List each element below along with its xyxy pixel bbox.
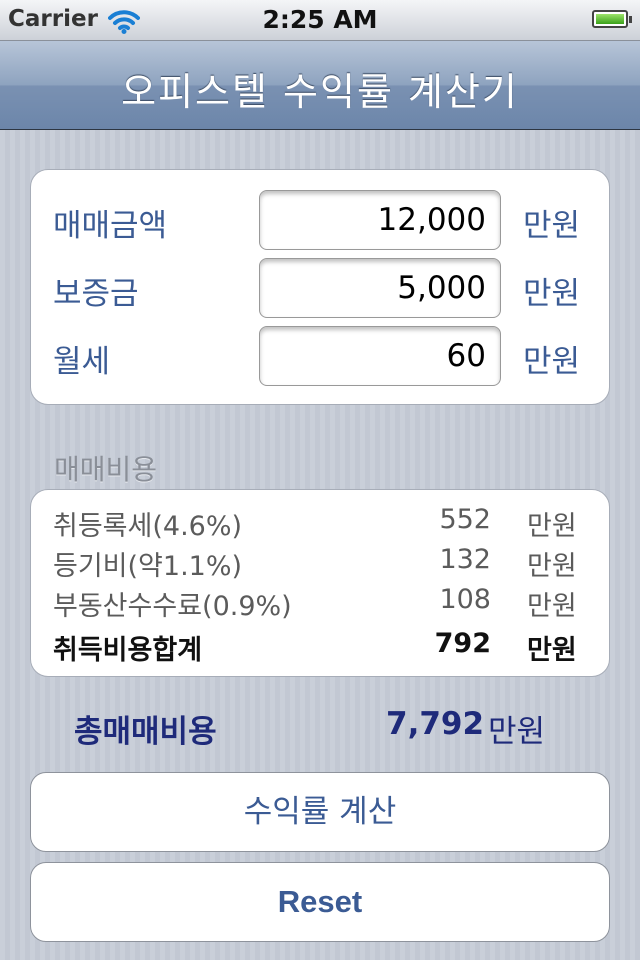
- battery-icon: [592, 10, 632, 28]
- cost-unit: 만원: [527, 551, 577, 582]
- deposit-unit: 만원: [523, 276, 581, 312]
- monthly-rent-input[interactable]: 60: [259, 326, 501, 386]
- monthly-rent-label: 월세: [53, 344, 111, 380]
- status-bar: Carrier 2:25 AM: [0, 0, 640, 41]
- cost-value: 792: [434, 628, 491, 659]
- cost-unit: 만원: [527, 635, 577, 666]
- cost-group: 취등록세(4.6%) 552 만원 등기비(약1.1%) 132 만원 부동산수…: [30, 489, 610, 677]
- cost-row-registration-fee: 등기비(약1.1%) 132 만원: [31, 544, 611, 584]
- purchase-price-unit: 만원: [523, 208, 581, 244]
- cost-row-broker-fee: 부동산수수료(0.9%) 108 만원: [31, 584, 611, 624]
- monthly-rent-unit: 만원: [523, 344, 581, 380]
- cost-row-acquisition-tax: 취등록세(4.6%) 552 만원: [31, 504, 611, 544]
- total-cost-unit: 만원: [488, 714, 546, 750]
- total-cost-label: 총매매비용: [74, 714, 217, 750]
- purchase-price-input[interactable]: 12,000: [259, 190, 501, 250]
- cost-label: 등기비(약1.1%): [53, 551, 243, 582]
- calculate-yield-button[interactable]: 수익률 계산: [30, 772, 610, 852]
- cost-row-subtotal: 취득비용합계 792 만원: [31, 628, 611, 668]
- cost-label: 부동산수수료(0.9%): [53, 591, 292, 622]
- input-group: 매매금액 12,000 만원 보증금 5,000 만원 월세 60 만원: [30, 169, 610, 405]
- cost-value: 552: [439, 504, 491, 535]
- cost-unit: 만원: [527, 511, 577, 542]
- cost-unit: 만원: [527, 591, 577, 622]
- section-header-costs: 매매비용: [54, 453, 158, 486]
- navigation-bar: 오피스텔 수익률 계산기: [0, 41, 640, 130]
- total-cost-value: 7,792: [386, 706, 485, 742]
- battery-level: [596, 14, 624, 24]
- deposit-input[interactable]: 5,000: [259, 258, 501, 318]
- purchase-price-label: 매매금액: [53, 208, 168, 244]
- reset-button[interactable]: Reset: [30, 862, 610, 942]
- deposit-label: 보증금: [53, 276, 139, 312]
- cost-value: 132: [439, 544, 491, 575]
- page-title: 오피스텔 수익률 계산기: [121, 70, 519, 114]
- cost-value: 108: [439, 584, 491, 615]
- cost-label: 취득비용합계: [53, 635, 203, 666]
- cost-label: 취등록세(4.6%): [53, 511, 243, 542]
- status-time: 2:25 AM: [262, 5, 378, 34]
